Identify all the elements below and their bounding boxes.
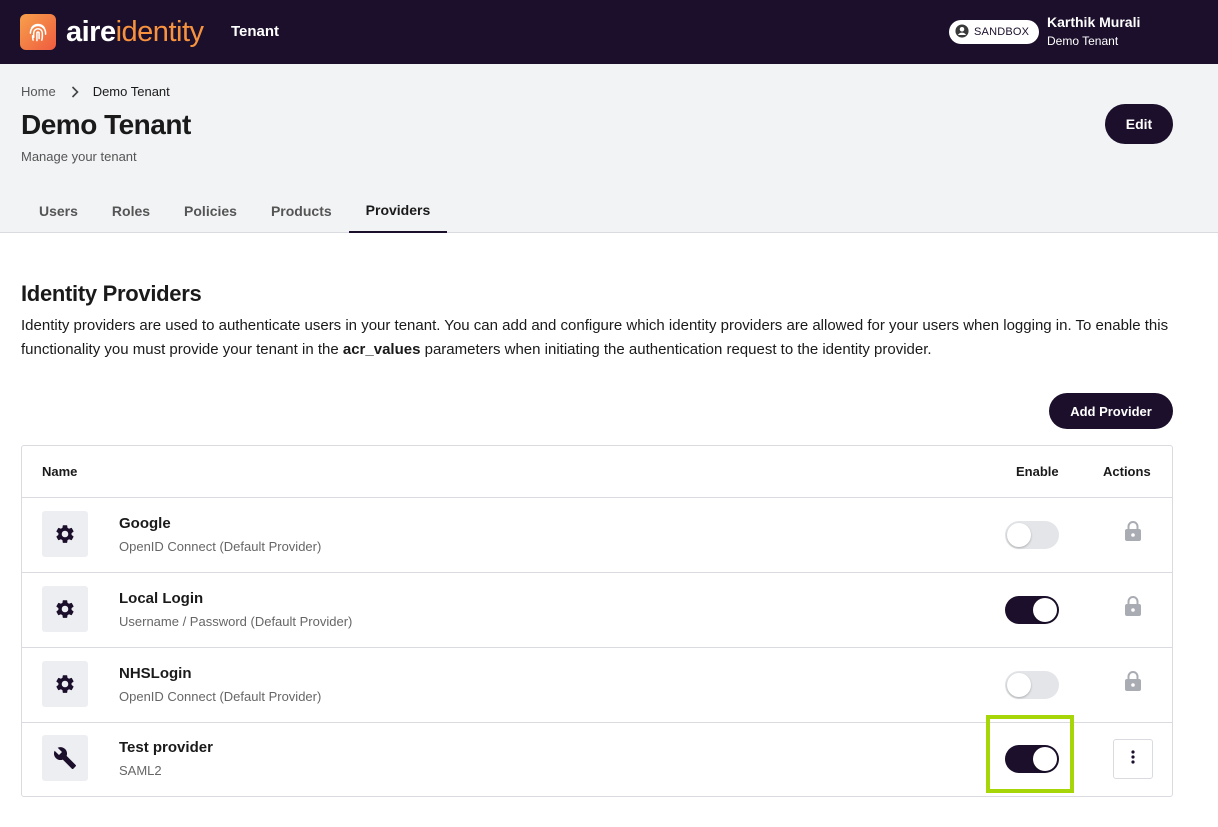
gear-icon	[42, 586, 88, 632]
provider-type: Username / Password (Default Provider)	[119, 614, 353, 629]
toggle-knob	[1007, 673, 1031, 697]
chevron-right-icon	[71, 86, 79, 98]
enable-toggle[interactable]	[1005, 596, 1059, 624]
table-row: Local Login Username / Password (Default…	[22, 573, 1172, 648]
toggle-knob	[1033, 598, 1057, 622]
provider-type: SAML2	[119, 763, 162, 778]
sandbox-label: SANDBOX	[974, 26, 1030, 38]
toggle-knob	[1033, 747, 1057, 771]
breadcrumb-current: Demo Tenant	[92, 84, 170, 99]
provider-type: OpenID Connect (Default Provider)	[119, 689, 322, 704]
lock-icon	[1123, 519, 1143, 543]
logo-text-aire: aire	[66, 16, 116, 48]
provider-name: Test provider	[119, 739, 213, 756]
description-text-2: parameters when initiating the authentic…	[420, 341, 932, 358]
edit-button[interactable]: Edit	[1105, 104, 1173, 144]
gear-icon	[42, 661, 88, 707]
description-acr-values: acr_values	[342, 341, 421, 358]
lock-icon	[1123, 594, 1143, 618]
tab-providers[interactable]: Providers	[348, 188, 448, 233]
page-title: Demo Tenant	[21, 109, 191, 140]
column-header-actions: Actions	[1103, 464, 1151, 479]
wrench-icon	[42, 735, 88, 781]
user-name[interactable]: Karthik Murali	[1047, 13, 1140, 31]
table-row: NHSLogin OpenID Connect (Default Provide…	[22, 648, 1172, 723]
more-vertical-icon	[1131, 749, 1135, 769]
logo-text-identity: identity	[115, 16, 204, 48]
tab-policies[interactable]: Policies	[167, 188, 254, 233]
enable-toggle[interactable]	[1005, 521, 1059, 549]
sandbox-badge: SANDBOX	[949, 20, 1039, 44]
provider-name: Local Login	[119, 590, 204, 607]
section-description: Identity providers are used to authentic…	[21, 314, 1181, 362]
breadcrumb-home-link[interactable]: Home	[21, 84, 56, 100]
tab-products[interactable]: Products	[254, 188, 349, 233]
table-header: Name Enable Actions	[22, 446, 1172, 498]
top-navbar: aireidentity Tenant SANDBOX Karthik Mura…	[0, 0, 1218, 64]
tab-roles[interactable]: Roles	[95, 188, 167, 233]
enable-toggle[interactable]	[1005, 745, 1059, 773]
tab-users[interactable]: Users	[22, 188, 95, 233]
lock-icon	[1123, 669, 1143, 693]
brand-logo[interactable]: aireidentity	[66, 14, 204, 50]
nav-tenant-link[interactable]: Tenant	[231, 22, 279, 42]
column-header-enable: Enable	[1016, 464, 1059, 479]
page-subtitle: Manage your tenant	[21, 149, 137, 164]
page-header: Home Demo Tenant Demo Tenant Manage your…	[0, 64, 1218, 233]
breadcrumb: Home Demo Tenant	[21, 84, 170, 100]
providers-table: Name Enable Actions Google OpenID Connec…	[21, 445, 1173, 797]
column-header-name: Name	[42, 464, 78, 479]
add-provider-button[interactable]: Add Provider	[1049, 393, 1173, 429]
user-circle-icon	[955, 23, 969, 41]
tenant-tabs: Users Roles Policies Products Providers	[22, 188, 448, 233]
toggle-knob	[1007, 523, 1031, 547]
row-actions-button[interactable]	[1113, 739, 1153, 779]
provider-name: NHSLogin	[119, 665, 192, 682]
table-row: Test provider SAML2	[22, 722, 1172, 797]
provider-type: OpenID Connect (Default Provider)	[119, 539, 322, 554]
gear-icon	[42, 511, 88, 557]
table-row: Google OpenID Connect (Default Provider)	[22, 498, 1172, 573]
fingerprint-logo-icon[interactable]	[20, 14, 56, 50]
user-tenant[interactable]: Demo Tenant	[1047, 33, 1118, 49]
enable-toggle[interactable]	[1005, 671, 1059, 699]
provider-name: Google	[119, 515, 171, 532]
section-title: Identity Providers	[21, 281, 202, 306]
